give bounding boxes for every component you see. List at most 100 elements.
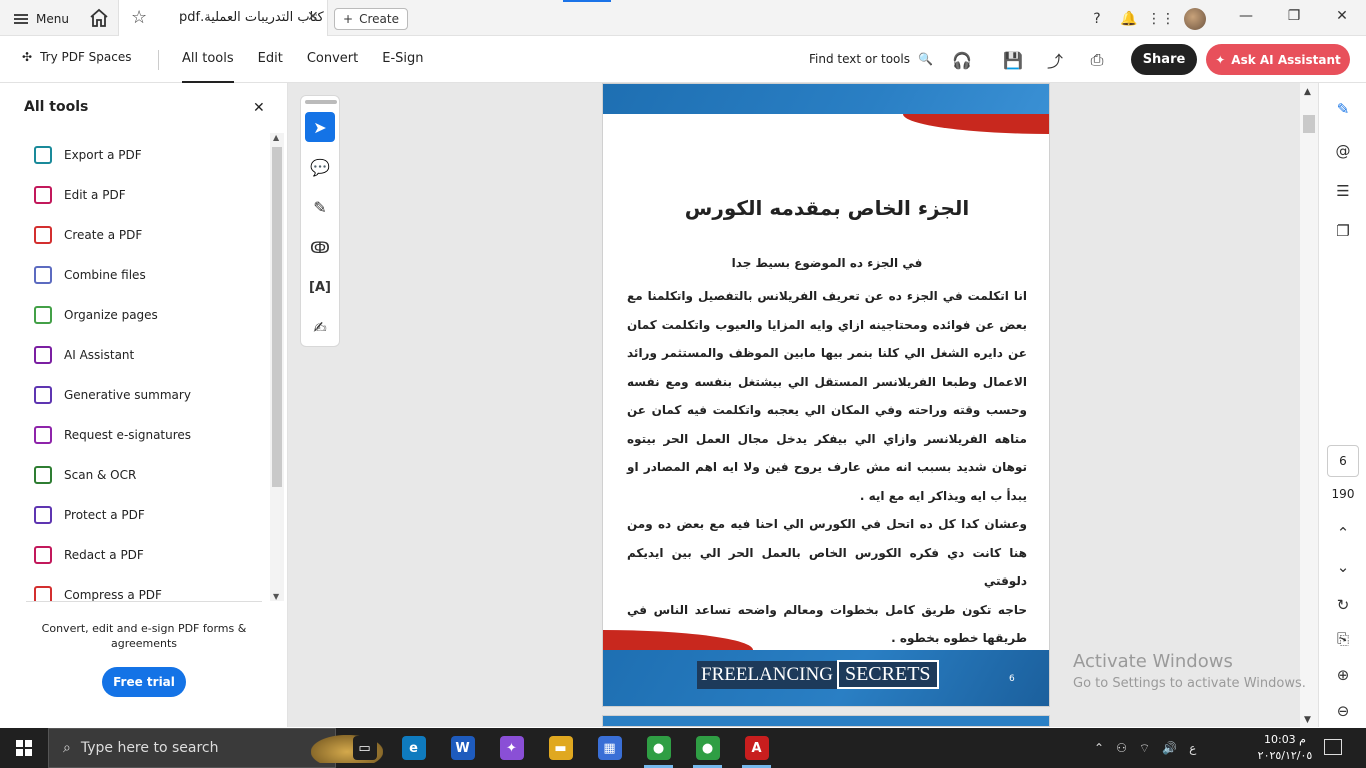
close-tab-icon[interactable]: ✕: [307, 9, 319, 25]
close-panel-icon[interactable]: ✕: [253, 100, 265, 116]
tab-e-sign[interactable]: E-Sign: [382, 36, 423, 83]
apps-grid-icon[interactable]: ⋮⋮: [1147, 10, 1175, 28]
sign-icon[interactable]: ✍: [305, 312, 335, 342]
network-icon[interactable]: ⌔: [1139, 741, 1150, 756]
menu-button[interactable]: Menu: [14, 9, 69, 29]
document-tab-title: كتاب التدريبات العملية.pdf: [179, 10, 324, 25]
bookmarks-icon[interactable]: ☰: [1333, 181, 1353, 201]
taskbar-app-store[interactable]: ▦: [585, 728, 634, 768]
find-text-button[interactable]: Find text or tools 🔍: [809, 52, 933, 66]
tool-item[interactable]: Combine files: [0, 255, 268, 295]
page-header-accent: [903, 114, 1049, 134]
tool-item-label: Generative summary: [64, 388, 191, 402]
document-scrollbar[interactable]: ▲ ▼: [1300, 83, 1318, 727]
page-subheading: في الجزء ده الموضوع بسيط جدا: [731, 256, 923, 270]
chevron-down-icon[interactable]: ⌄: [1333, 557, 1353, 577]
generative-summary-icon[interactable]: ✎: [1333, 99, 1353, 119]
tool-item[interactable]: AI Assistant: [0, 335, 268, 375]
language-indicator[interactable]: ع: [1189, 741, 1196, 755]
tab-all-tools[interactable]: All tools: [182, 36, 234, 83]
zoom-in-icon[interactable]: ⊕: [1333, 665, 1353, 685]
tool-item-label: Request e-signatures: [64, 428, 192, 442]
current-page-input[interactable]: 6: [1327, 445, 1359, 477]
taskbar-app-word[interactable]: W: [438, 728, 487, 768]
tool-item[interactable]: Edit a PDF: [0, 175, 268, 215]
upload-cloud-icon[interactable]: ⤴: [1044, 49, 1066, 71]
try-pdf-spaces-button[interactable]: ✣ Try PDF Spaces: [22, 50, 132, 64]
taskbar-app-acrobat[interactable]: A: [732, 728, 781, 768]
free-trial-button[interactable]: Free trial: [102, 667, 186, 697]
tool-item[interactable]: Organize pages: [0, 295, 268, 335]
taskbar-app-edge[interactable]: e: [389, 728, 438, 768]
edge-icon: e: [401, 736, 426, 760]
spaces-icon: ✣: [22, 50, 33, 64]
avatar[interactable]: [1184, 8, 1206, 30]
tool-item[interactable]: Create a PDF: [0, 215, 268, 255]
volume-icon[interactable]: 🔊: [1162, 741, 1177, 755]
tool-item[interactable]: Export a PDF: [0, 135, 268, 175]
tool-item[interactable]: Request e-signatures: [0, 415, 268, 455]
page-heading: الجزء الخاص بمقدمه الكورس: [684, 196, 970, 220]
document-tab[interactable]: ☆ كتاب التدريبات العملية.pdf ✕: [118, 0, 328, 36]
draw-icon[interactable]: ↂ: [305, 232, 335, 262]
search-icon: 🔍: [917, 52, 933, 66]
print-icon[interactable]: ⎙: [1086, 49, 1108, 71]
tab-convert[interactable]: Convert: [307, 36, 358, 83]
tool-item-label: Compress a PDF: [64, 588, 162, 601]
taskbar-app-copilot[interactable]: ✦: [487, 728, 536, 768]
zoom-out-icon[interactable]: ⊖: [1333, 701, 1353, 721]
page-thumbnails-icon[interactable]: ❐: [1333, 221, 1353, 241]
page-fit-icon[interactable]: ⎘: [1333, 629, 1353, 649]
read-aloud-icon[interactable]: 🎧: [951, 49, 973, 71]
highlight-pen-icon[interactable]: ✎: [305, 192, 335, 222]
tool-item[interactable]: Generative summary: [0, 375, 268, 415]
chevron-up-icon[interactable]: ⌃: [1333, 523, 1353, 543]
taskbar-search[interactable]: ⌕ Type here to search: [48, 728, 383, 768]
comments-panel-icon[interactable]: @: [1333, 141, 1353, 161]
windows-taskbar: ⌕ Type here to search ▭ e W ✦ ▬ ▦ ● ● A ⌃ ⚇ ⌔ 🔊 …: [0, 728, 1366, 768]
save-icon[interactable]: 💾: [1002, 49, 1024, 71]
ask-ai-assistant-button[interactable]: ✦ Ask AI Assistant: [1206, 44, 1350, 75]
scroll-down-icon[interactable]: ▼: [273, 592, 279, 601]
taskbar-clock[interactable]: م 10:03 ٢٠٢٥/١٢/٠٥: [1256, 732, 1314, 764]
star-icon[interactable]: ☆: [131, 8, 151, 28]
help-icon[interactable]: ?: [1088, 10, 1106, 28]
tab-edit[interactable]: Edit: [258, 36, 283, 83]
tool-item[interactable]: Protect a PDF: [0, 495, 268, 535]
bell-icon[interactable]: 🔔: [1120, 10, 1138, 28]
document-viewer[interactable]: ➤ 💬 ✎ ↂ [A] ✍ الجزء الخاص بمقدمه الكورس …: [288, 83, 1318, 727]
scroll-up-icon[interactable]: ▲: [1304, 87, 1311, 97]
taskbar-app-chrome[interactable]: ●: [634, 728, 683, 768]
tool-item-label: Create a PDF: [64, 228, 143, 242]
minimize-button[interactable]: —: [1222, 0, 1270, 32]
comment-icon[interactable]: 💬: [305, 152, 335, 182]
taskbar-app-file-explorer[interactable]: ▬: [536, 728, 585, 768]
select-tool-icon[interactable]: ➤: [305, 112, 335, 142]
restore-button[interactable]: ❐: [1270, 0, 1318, 32]
scroll-up-icon[interactable]: ▲: [273, 133, 279, 142]
text-select-icon[interactable]: [A]: [305, 272, 335, 302]
rail-drag-handle[interactable]: [305, 100, 337, 104]
rotate-icon[interactable]: ↻: [1333, 595, 1353, 615]
taskbar-app-task-view[interactable]: ▭: [340, 728, 389, 768]
document-scroll-thumb[interactable]: [1303, 115, 1315, 133]
promo-text: Convert, edit and e-sign PDF forms & agr…: [41, 622, 247, 650]
share-button[interactable]: Share: [1131, 44, 1197, 75]
word-icon: W: [450, 736, 475, 760]
tool-item[interactable]: Compress a PDF: [0, 575, 268, 601]
footer-word-freelancing: FREELANCING: [697, 660, 837, 689]
windows-start-icon[interactable]: [16, 740, 32, 756]
home-icon[interactable]: [88, 8, 110, 28]
scroll-thumb[interactable]: [272, 147, 282, 487]
close-window-button[interactable]: ✕: [1318, 0, 1366, 32]
clock-date: ٢٠٢٥/١٢/٠٥: [1257, 749, 1313, 762]
meet-now-icon[interactable]: ⚇: [1116, 741, 1127, 755]
panel-scrollbar[interactable]: ▲ ▼: [270, 133, 284, 601]
taskbar-app-chrome-profile[interactable]: ●: [683, 728, 732, 768]
scroll-down-icon[interactable]: ▼: [1304, 715, 1311, 725]
tool-item[interactable]: Scan & OCR: [0, 455, 268, 495]
create-button[interactable]: + Create: [334, 8, 408, 30]
tray-overflow-icon[interactable]: ⌃: [1094, 741, 1104, 755]
notification-icon[interactable]: [1324, 739, 1342, 755]
tool-item[interactable]: Redact a PDF: [0, 535, 268, 575]
